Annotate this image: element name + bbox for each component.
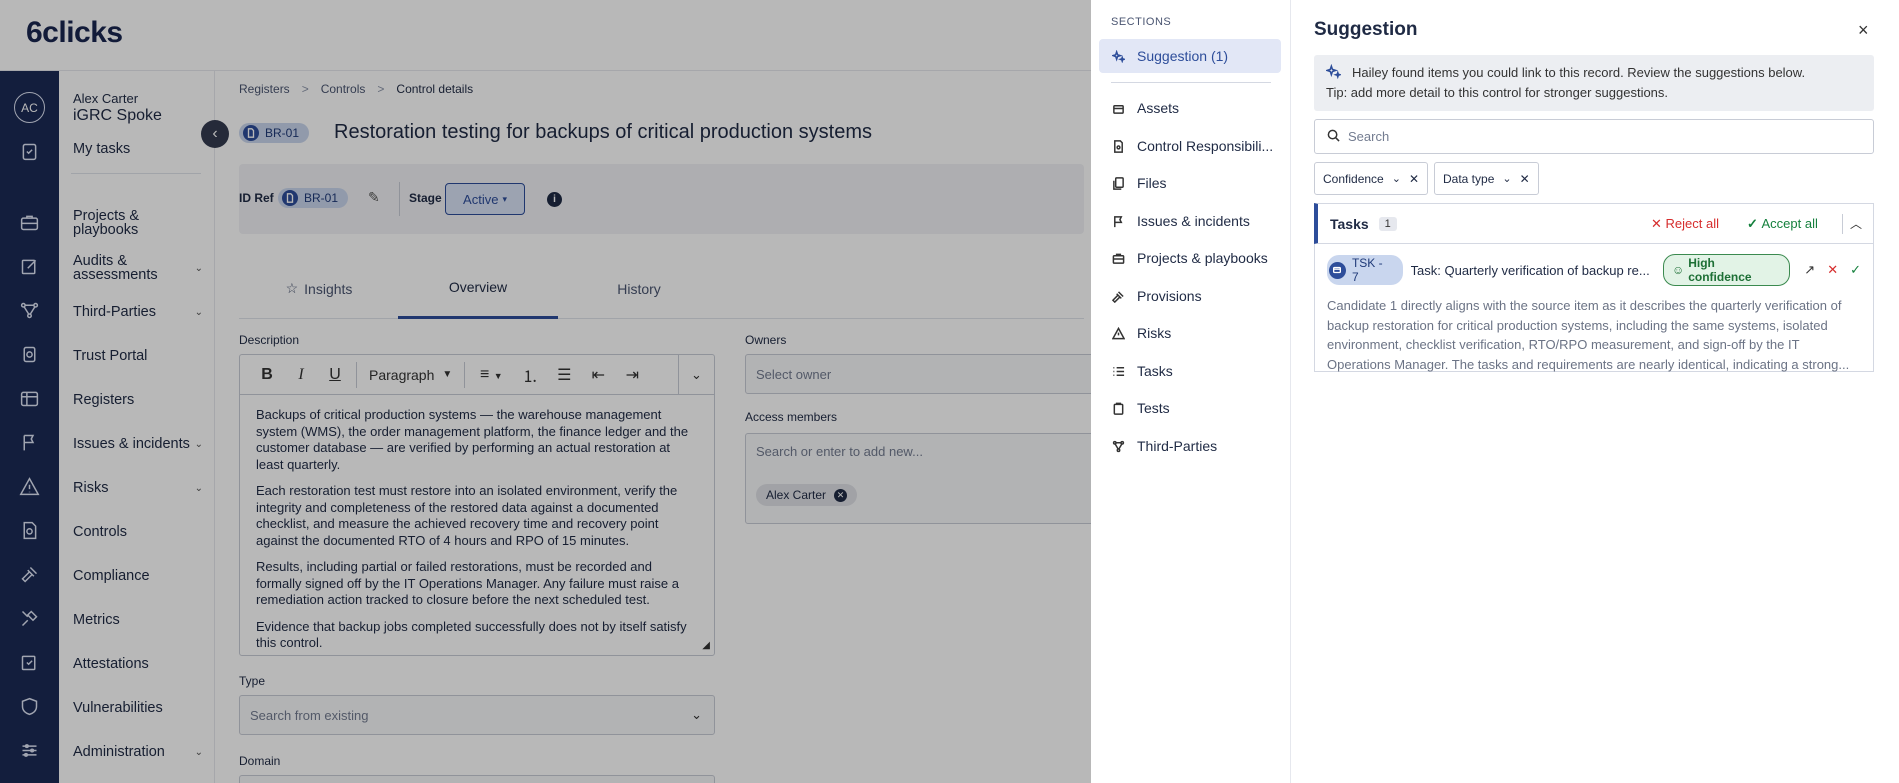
- clear-filter-icon[interactable]: ✕: [1409, 172, 1419, 186]
- briefcase-icon: [1112, 253, 1125, 264]
- confidence-filter[interactable]: Confidence ⌄ ✕: [1314, 162, 1428, 195]
- clipboard-icon: [1113, 402, 1124, 415]
- row-actions: ↗ ✕ ✓: [1804, 262, 1861, 278]
- chevron-down-icon: ⌄: [1502, 173, 1512, 185]
- search-icon: [1327, 129, 1340, 145]
- section-label: Tasks: [1137, 363, 1173, 379]
- suggestion-card: TSK - 7 Task: Quarterly verification of …: [1314, 244, 1874, 372]
- task-id-badge[interactable]: TSK - 7: [1327, 255, 1403, 285]
- accept-all-button[interactable]: ✓ Accept all: [1747, 216, 1818, 232]
- hailey-banner: Hailey found items you could link to thi…: [1314, 55, 1874, 111]
- divider: [1842, 214, 1843, 234]
- task-icon: [1329, 261, 1346, 279]
- section-assets[interactable]: Assets: [1099, 91, 1281, 125]
- confidence-badge: ☺ High confidence: [1662, 254, 1791, 286]
- banner-tip: Tip: add more detail to this control for…: [1326, 85, 1669, 100]
- section-provisions[interactable]: Provisions: [1099, 279, 1281, 313]
- section-control-responsibilities[interactable]: Control Responsibili...: [1099, 129, 1281, 163]
- smile-icon: ☺: [1671, 263, 1685, 277]
- filter-label: Data type: [1443, 171, 1495, 186]
- task-title[interactable]: Task: Quarterly verification of backup r…: [1411, 263, 1655, 278]
- reject-all-button[interactable]: ✕ Reject all: [1651, 216, 1719, 232]
- close-icon[interactable]: ×: [1858, 20, 1869, 41]
- clear-filter-icon[interactable]: ✕: [1520, 172, 1530, 186]
- task-id: TSK - 7: [1351, 256, 1383, 284]
- candidate-explanation: Candidate 1 directly aligns with the sou…: [1327, 298, 1850, 372]
- reject-icon[interactable]: ✕: [1827, 262, 1838, 278]
- gavel-icon: [1112, 290, 1124, 303]
- document-icon: [1114, 139, 1123, 153]
- tasks-group-header: Tasks 1 ✕ Reject all ✓ Accept all ︿: [1314, 203, 1874, 244]
- section-tests[interactable]: Tests: [1099, 391, 1281, 425]
- sparkle-icon: [1324, 63, 1343, 85]
- section-label: Third-Parties: [1137, 438, 1218, 454]
- box-icon: [1113, 104, 1124, 114]
- suggestion-row: TSK - 7 Task: Quarterly verification of …: [1327, 254, 1861, 286]
- sections-panel: SECTIONS Suggestion (1) Assets Control R…: [1091, 0, 1291, 783]
- accept-all-label: Accept all: [1761, 215, 1818, 231]
- flag-icon: [1114, 215, 1123, 227]
- section-label: Projects & playbooks: [1137, 250, 1268, 266]
- files-icon: [1113, 176, 1124, 190]
- section-label: Suggestion (1): [1137, 48, 1229, 64]
- section-label: Provisions: [1137, 288, 1202, 304]
- section-label: Risks: [1137, 325, 1172, 341]
- chevron-down-icon: ⌄: [1391, 173, 1401, 185]
- warning-icon: [1112, 326, 1125, 339]
- suggestion-panel: Suggestion × Hailey found items you coul…: [1291, 0, 1899, 783]
- filter-label: Confidence: [1323, 171, 1384, 186]
- search-placeholder: Search: [1348, 129, 1390, 144]
- section-label: Assets: [1137, 100, 1180, 116]
- group-title: Tasks: [1330, 215, 1369, 232]
- section-label: Tests: [1137, 400, 1170, 416]
- network-icon: [1112, 440, 1125, 452]
- open-link-icon[interactable]: ↗: [1804, 262, 1815, 278]
- chevron-up-icon[interactable]: ︿: [1850, 215, 1862, 232]
- suggestion-title: Suggestion: [1314, 19, 1418, 40]
- section-risks[interactable]: Risks: [1099, 316, 1281, 350]
- confidence-label: High confidence: [1688, 256, 1752, 284]
- section-projects[interactable]: Projects & playbooks: [1099, 241, 1281, 275]
- group-count: 1: [1378, 216, 1397, 231]
- data-type-filter[interactable]: Data type ⌄ ✕: [1434, 162, 1539, 195]
- banner-line: Hailey found items you could link to thi…: [1352, 65, 1806, 80]
- reject-all-label: Reject all: [1665, 215, 1719, 231]
- section-third-parties[interactable]: Third-Parties: [1099, 429, 1281, 463]
- sparkle-icon: [1112, 49, 1125, 63]
- section-label: Issues & incidents: [1137, 213, 1250, 229]
- sections-divider: [1111, 82, 1271, 83]
- section-label: Control Responsibili...: [1137, 138, 1274, 154]
- list-icon: [1113, 366, 1125, 376]
- section-issues[interactable]: Issues & incidents: [1099, 204, 1281, 238]
- modal-overlay[interactable]: [0, 0, 1091, 783]
- section-tasks[interactable]: Tasks: [1099, 354, 1281, 388]
- sections-title: SECTIONS: [1111, 16, 1172, 28]
- section-suggestion[interactable]: Suggestion (1): [1099, 39, 1281, 73]
- section-files[interactable]: Files: [1099, 166, 1281, 200]
- section-label: Files: [1137, 175, 1167, 191]
- suggestion-search[interactable]: Search: [1314, 119, 1874, 154]
- accept-icon[interactable]: ✓: [1850, 262, 1861, 278]
